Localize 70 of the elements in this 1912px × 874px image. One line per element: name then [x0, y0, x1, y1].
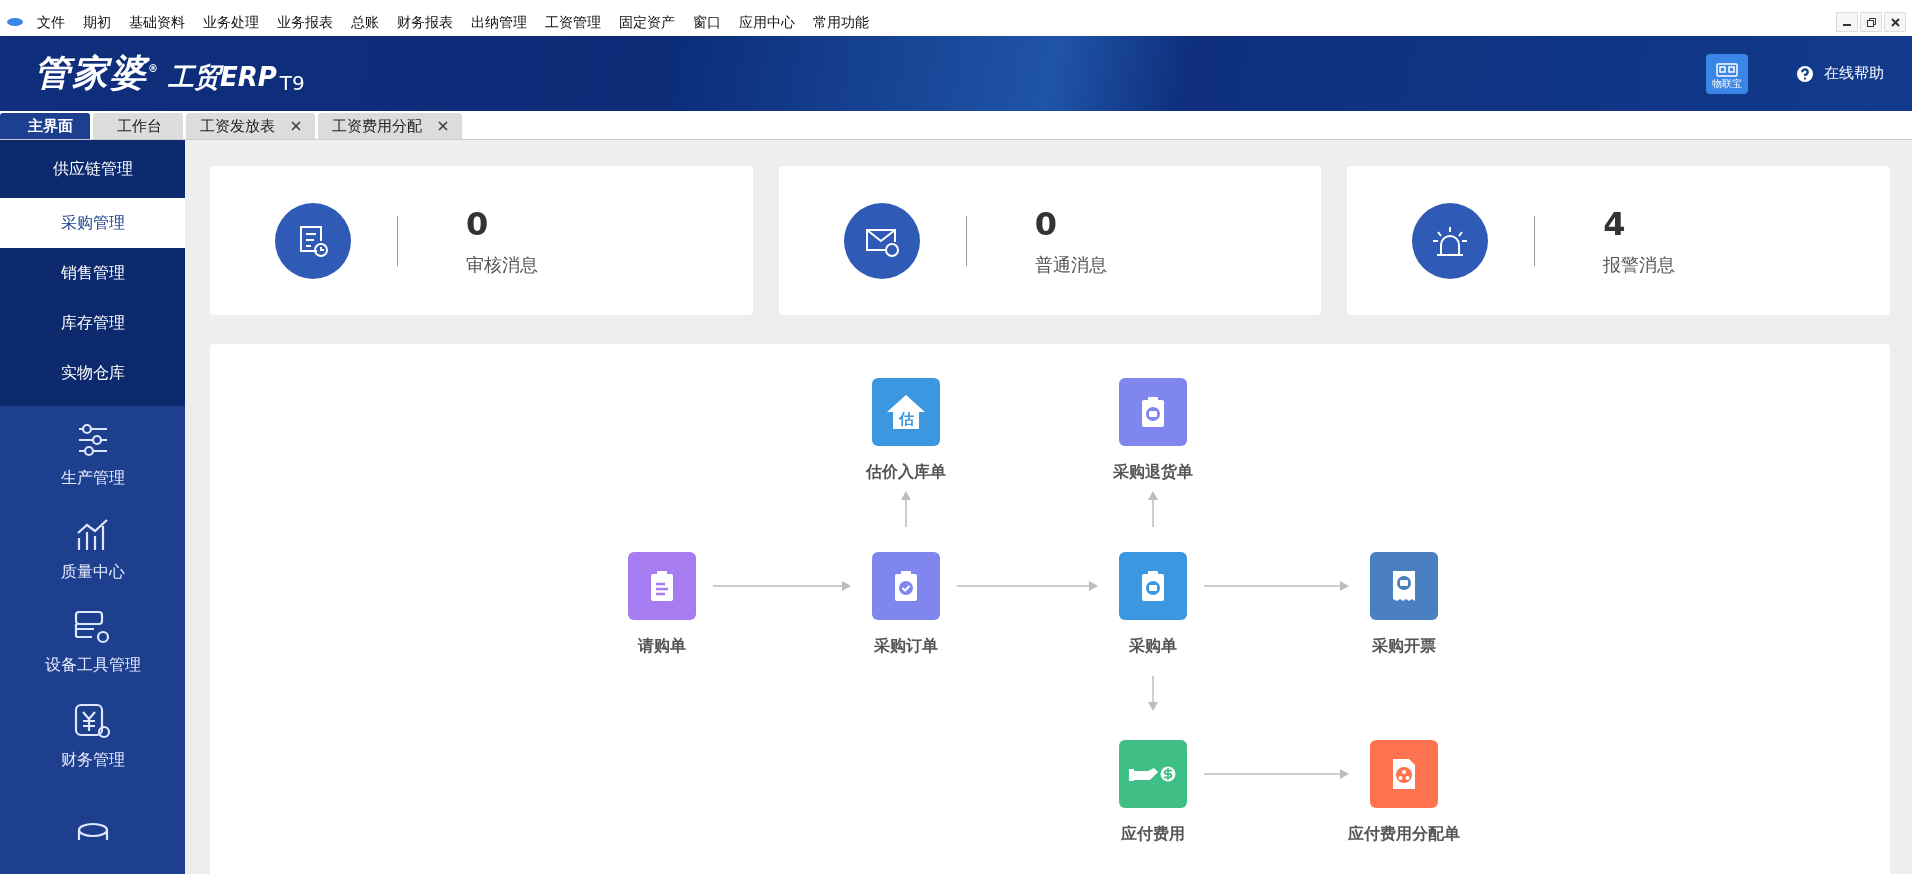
- close-icon[interactable]: [436, 119, 450, 133]
- sidebar-module[interactable]: 财务管理: [60, 750, 125, 772]
- flow-arrow: [1148, 675, 1158, 711]
- menu-item[interactable]: 财务报表: [388, 12, 462, 32]
- close-button[interactable]: [1884, 12, 1906, 32]
- menu-item[interactable]: 固定资产: [610, 12, 684, 32]
- menu-item[interactable]: 基础资料: [120, 12, 194, 32]
- message-label: 报警消息: [1603, 252, 1676, 277]
- qr-code-icon: [1716, 62, 1738, 77]
- message-label: 审核消息: [466, 252, 538, 277]
- flow-node-icon[interactable]: [1119, 552, 1187, 620]
- message-card[interactable]: 4 报警消息: [1347, 166, 1890, 315]
- iot-badge-button[interactable]: 物联宝: [1706, 53, 1748, 94]
- flow-node-label[interactable]: 应付费用: [1121, 824, 1185, 845]
- tab[interactable]: 主界面: [0, 113, 90, 139]
- menu-item[interactable]: 业务处理: [194, 12, 268, 32]
- message-card[interactable]: 0 普通消息: [778, 166, 1322, 315]
- sidebar-item[interactable]: 实物仓库: [0, 348, 185, 398]
- flow-node-label[interactable]: 估价入库单: [866, 462, 946, 483]
- flow-node-icon[interactable]: [628, 552, 696, 620]
- logo-version: T9: [279, 71, 305, 95]
- flow-node-label[interactable]: 请购单: [638, 636, 686, 657]
- sidebar-module[interactable]: 设备工具管理: [44, 655, 141, 677]
- menu-item[interactable]: 文件: [28, 12, 74, 32]
- tab[interactable]: 工作台: [93, 113, 183, 139]
- flow-node-icon[interactable]: [1370, 552, 1438, 620]
- sidebar-module[interactable]: 质量中心: [60, 561, 125, 583]
- close-icon[interactable]: [289, 119, 303, 133]
- menu-item[interactable]: 业务报表: [268, 12, 342, 32]
- flow-node-label[interactable]: 采购开票: [1372, 636, 1436, 657]
- sidebar-module[interactable]: 生产管理: [60, 468, 125, 490]
- cloud-icon: [6, 17, 24, 27]
- message-count: 0: [1034, 204, 1058, 243]
- menu-item[interactable]: 期初: [74, 12, 120, 32]
- flow-node-label[interactable]: 应付费用分配单: [1348, 824, 1460, 845]
- message-card[interactable]: 0 审核消息: [210, 166, 753, 315]
- flow-node-icon[interactable]: [872, 552, 940, 620]
- flow-node-label[interactable]: 采购单: [1129, 636, 1177, 657]
- close-icon: [1890, 17, 1900, 27]
- message-count: 0: [466, 204, 490, 243]
- flow-arrow: [901, 491, 911, 528]
- sidebar-group-title[interactable]: 供应链管理: [0, 140, 185, 198]
- sidebar-item[interactable]: 采购管理: [0, 198, 185, 248]
- minimize-button[interactable]: [1836, 12, 1858, 32]
- menu-item[interactable]: 窗口: [684, 12, 730, 32]
- sidebar-item[interactable]: 库存管理: [0, 298, 185, 348]
- dollar-coin-icon: [1157, 764, 1178, 784]
- restore-button[interactable]: [1860, 12, 1882, 32]
- online-help-link[interactable]: 在线帮助: [1794, 62, 1884, 85]
- sidebar-item[interactable]: 销售管理: [0, 248, 185, 298]
- hand-icon: [1128, 767, 1158, 781]
- menu-item[interactable]: 总账: [342, 12, 388, 32]
- menu-item[interactable]: 常用功能: [804, 12, 878, 32]
- flow-node-icon[interactable]: [1370, 740, 1438, 808]
- restore-icon: [1866, 17, 1876, 27]
- menu-item[interactable]: 工资管理: [536, 12, 610, 32]
- menu-item[interactable]: 应用中心: [730, 12, 804, 32]
- tab[interactable]: 工资发放表: [186, 113, 315, 139]
- message-label: 普通消息: [1034, 252, 1107, 277]
- logo-text: 管家婆$^{®}$: [34, 51, 160, 95]
- menu-item[interactable]: 出纳管理: [462, 12, 536, 32]
- flow-node-icon[interactable]: [1119, 740, 1187, 808]
- flow-node-label[interactable]: 采购退货单: [1113, 462, 1193, 483]
- message-count: 4: [1603, 204, 1627, 243]
- tab[interactable]: 工资费用分配: [318, 113, 462, 139]
- flow-arrow: [1148, 491, 1158, 528]
- yuan-document-icon: [72, 702, 113, 741]
- flow-node-label[interactable]: 采购订单: [874, 636, 938, 657]
- logo-subtitle: 工贸ERP: [168, 61, 277, 94]
- flow-node-icon[interactable]: [1119, 378, 1187, 446]
